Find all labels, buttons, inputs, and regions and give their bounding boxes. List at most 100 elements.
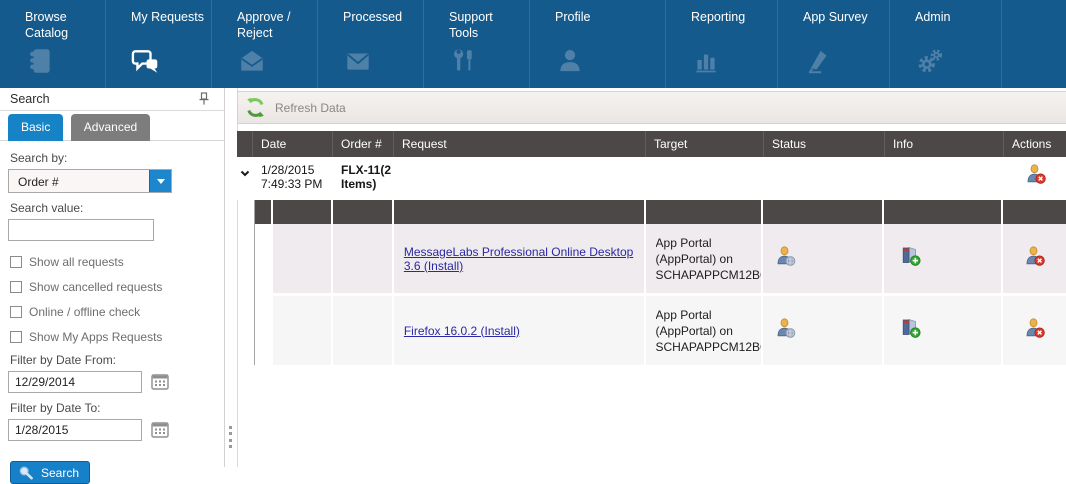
search-by-dropdown[interactable]: Order # (8, 169, 172, 193)
order-date: 1/28/2015 7:49:33 PM (253, 157, 333, 200)
checkbox-label: Show My Apps Requests (29, 330, 162, 344)
cancel-user-icon[interactable] (1024, 245, 1046, 272)
checkbox-show-all-requests[interactable]: Show all requests (10, 255, 216, 269)
collapse-chevron-icon[interactable] (237, 157, 253, 200)
order-actions (1004, 157, 1066, 200)
user-pending-icon[interactable] (775, 245, 797, 272)
search-form: Search by: Order # Search value: Show al… (0, 141, 224, 484)
date-to-input[interactable] (8, 419, 142, 441)
nav-tab-label: Reporting (691, 9, 745, 25)
subgrid-header-row (255, 200, 1066, 224)
grid-header-info[interactable]: Info (885, 131, 1004, 157)
search-value-label: Search value: (10, 201, 216, 215)
request-item-row: MessageLabs Professional Online Desktop … (255, 224, 1066, 293)
request-target: App Portal (AppPortal) on SCHAPAPPCM12BO… (656, 235, 762, 283)
install-package-icon[interactable] (900, 245, 922, 272)
calendar-icon[interactable] (150, 372, 170, 392)
grid-header-row: Date Order # Request Target Status Info … (237, 131, 1066, 157)
panel-splitter[interactable] (226, 88, 237, 467)
cancel-user-icon[interactable] (1024, 317, 1046, 344)
nav-tab-processed[interactable]: Processed (318, 0, 424, 88)
tab-advanced[interactable]: Advanced (71, 114, 150, 141)
grid-header-date[interactable]: Date (253, 131, 333, 157)
install-package-icon[interactable] (900, 317, 922, 344)
nav-tab-app-survey[interactable]: App Survey (778, 0, 890, 88)
nav-tab-browse-catalog[interactable]: Browse Catalog (0, 0, 106, 88)
top-navigation: Browse Catalog My Requests Approve / Rej… (0, 0, 1066, 88)
grid-header-order[interactable]: Order # (333, 131, 394, 157)
person-icon (555, 46, 585, 76)
gears-icon (915, 46, 945, 76)
checkbox-icon[interactable] (10, 256, 22, 268)
calendar-icon[interactable] (150, 420, 170, 440)
requests-content: Refresh Data Date Order # Request Target… (237, 88, 1066, 467)
bar-chart-icon (691, 46, 721, 76)
nav-tab-label: Browse Catalog (25, 9, 68, 42)
search-by-selected-value: Order # (18, 175, 59, 189)
date-to-label: Filter by Date To: (10, 401, 216, 415)
nav-tab-label: Processed (343, 9, 402, 25)
nav-tab-label: My Requests (131, 9, 204, 25)
dropdown-open-button[interactable] (149, 170, 171, 192)
nav-tab-admin[interactable]: Admin (890, 0, 1002, 88)
date-from-row (8, 371, 216, 393)
request-link[interactable]: MessageLabs Professional Online Desktop … (404, 245, 636, 273)
date-from-label: Filter by Date From: (10, 353, 216, 367)
request-target: App Portal (AppPortal) on SCHAPAPPCM12BO… (656, 307, 762, 355)
search-button-label: Search (41, 466, 79, 480)
date-from-input[interactable] (8, 371, 142, 393)
grid-header-target[interactable]: Target (646, 131, 764, 157)
nav-tab-reporting[interactable]: Reporting (666, 0, 778, 88)
nav-tab-label: Admin (915, 9, 950, 25)
chevron-down-icon (157, 179, 165, 188)
pin-icon[interactable] (198, 92, 210, 106)
checkbox-icon[interactable] (10, 306, 22, 318)
requests-grid: Date Order # Request Target Status Info … (237, 131, 1066, 365)
nav-tab-label: Support Tools (449, 9, 493, 42)
search-panel-title: Search (10, 92, 50, 106)
grid-toolbar: Refresh Data (237, 91, 1066, 124)
search-button[interactable]: Search (10, 461, 90, 484)
checkbox-show-cancelled-requests[interactable]: Show cancelled requests (10, 280, 216, 294)
checkbox-icon[interactable] (10, 331, 22, 343)
request-item-row: Firefox 16.0.2 (Install) App Portal (App… (255, 296, 1066, 365)
refresh-data-label: Refresh Data (275, 101, 346, 115)
date-to-row (8, 419, 216, 441)
nav-tab-support-tools[interactable]: Support Tools (424, 0, 530, 88)
checkbox-online-offline-check[interactable]: Online / offline check (10, 305, 216, 319)
search-panel: Search Basic Advanced Search by: Order #… (0, 88, 225, 467)
checkbox-icon[interactable] (10, 281, 22, 293)
open-envelope-icon (237, 46, 267, 76)
nav-tab-my-requests[interactable]: My Requests (106, 0, 212, 88)
search-panel-header: Search (0, 88, 224, 111)
nav-tab-label: App Survey (803, 9, 868, 25)
grid-header-request[interactable]: Request (394, 131, 646, 157)
cancel-user-icon[interactable] (1025, 163, 1047, 200)
search-value-input[interactable] (8, 219, 154, 241)
nav-empty-space (1002, 0, 1066, 88)
catalog-icon (25, 46, 55, 76)
checkbox-label: Show cancelled requests (29, 280, 162, 294)
request-link[interactable]: Firefox 16.0.2 (Install) (404, 324, 520, 338)
nav-tab-approve-reject[interactable]: Approve / Reject (212, 0, 318, 88)
search-mode-tabs: Basic Advanced (0, 111, 224, 141)
refresh-icon (245, 97, 266, 118)
user-pending-icon[interactable] (775, 317, 797, 344)
search-by-label: Search by: (10, 151, 216, 165)
checkbox-show-my-apps-requests[interactable]: Show My Apps Requests (10, 330, 216, 344)
grid-header-actions[interactable]: Actions (1004, 131, 1066, 157)
splitter-grip-icon[interactable] (229, 426, 233, 448)
tab-basic[interactable]: Basic (8, 114, 63, 141)
order-items-subgrid: MessageLabs Professional Online Desktop … (254, 200, 1066, 365)
pen-icon (803, 46, 833, 76)
refresh-data-button[interactable]: Refresh Data (245, 97, 346, 118)
order-group-row: 1/28/2015 7:49:33 PM FLX-11(2 Items) (237, 157, 1066, 200)
nav-tab-label: Profile (555, 9, 590, 25)
nav-tab-profile[interactable]: Profile (530, 0, 666, 88)
envelope-icon (343, 46, 373, 76)
grid-header-expander (237, 131, 253, 157)
tools-icon (449, 46, 479, 76)
nav-tab-label: Approve / Reject (237, 9, 291, 42)
chat-bubble-icon (131, 46, 161, 76)
grid-header-status[interactable]: Status (764, 131, 885, 157)
